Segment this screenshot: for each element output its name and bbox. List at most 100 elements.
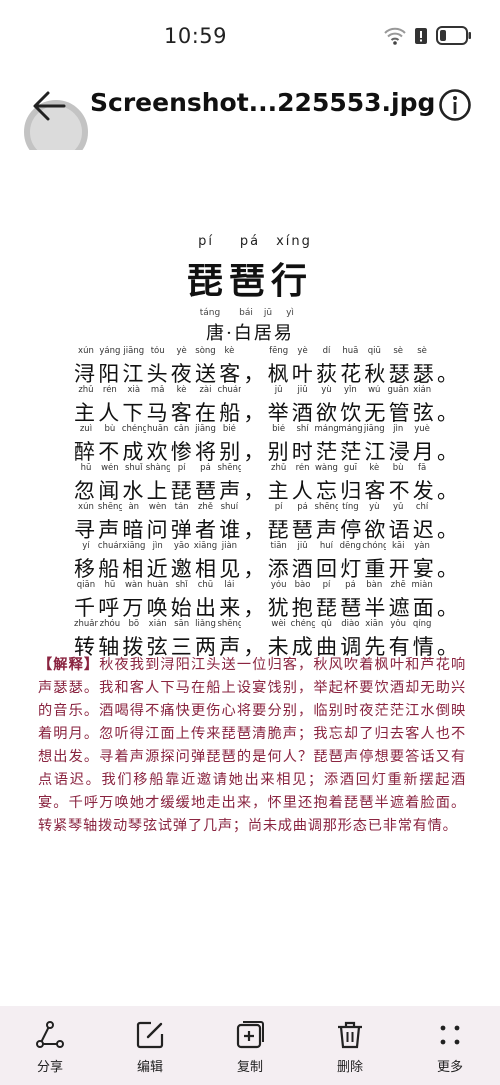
pinyin-syllable: yù	[321, 385, 332, 395]
pinyin-syllable: xíng	[276, 234, 312, 249]
poem-line: qiān hū wàn huàn shǐ chū lái yóu bào pí pá bàn zhē mi…	[74, 580, 458, 620]
share-icon	[36, 1021, 64, 1048]
line-pinyin: hū wén shuǐ shàng pí pá shēng zhǔ rén wàng guī kè bù…	[74, 463, 434, 475]
line-pinyin: zuì bù chéng huān cǎn jiāng bié bié shí máng máng j…	[74, 424, 434, 436]
pinyin-syllable: bào	[294, 580, 311, 590]
pinyin-syllable: kè	[176, 385, 187, 395]
pinyin-syllable: táng	[199, 308, 221, 318]
pinyin-syllable: àn	[128, 502, 140, 512]
poem-explanation: 【解释】秋夜我到浔阳江头送一位归客，秋风吹着枫叶和芦花响声瑟瑟。我和客人下马在船…	[38, 654, 466, 838]
line-text: 寻声暗问弹者谁，琵琶声停欲语迟。	[74, 518, 462, 542]
pinyin-syllable: xián	[148, 619, 167, 629]
line-pinyin: yí chuán xiāng jìn yāo xiāng jiàn tiān jiǔ huí dēn…	[74, 541, 434, 553]
file-name-title: Screenshot...225553.jpg	[90, 88, 436, 117]
pinyin-syllable: yuè	[414, 424, 430, 434]
pinyin-syllable: qíng	[412, 619, 432, 629]
line-text: 浔阳江头夜送客，枫叶荻花秋瑟瑟。	[74, 362, 462, 386]
pinyin-syllable: xiāng	[193, 541, 218, 551]
pinyin-syllable: bàn	[366, 580, 383, 590]
poem-line: yí chuán xiāng jìn yāo xiāng jiàn tiān jiǔ huí dēn…	[74, 541, 462, 581]
pinyin-syllable: pí	[177, 463, 186, 473]
poem-title-block: pí pá xíng 琵琶行 táng bái jū yì 唐·白居易	[0, 234, 500, 345]
edit-icon	[136, 1021, 164, 1049]
pinyin-syllable: máng	[338, 424, 363, 434]
share-button[interactable]: 分享	[22, 1006, 78, 1085]
pinyin-syllable: chuán	[97, 541, 122, 551]
pinyin-syllable: zuì	[79, 424, 93, 434]
pinyin-syllable: shēng	[97, 502, 122, 512]
pinyin-syllable: xún	[78, 502, 94, 512]
pinyin-syllable: wén	[101, 463, 119, 473]
pinyin-syllable: yǒu	[390, 619, 406, 629]
pinyin-syllable: shēng	[217, 619, 242, 629]
pinyin-syllable: yǐn	[343, 385, 357, 395]
pinyin-syllable: yè	[297, 346, 308, 356]
pinyin-syllable: qiān	[76, 580, 96, 590]
pinyin-syllable: shuǐ	[124, 463, 143, 473]
status-time: 10:59	[164, 24, 228, 48]
title-bar: Screenshot...225553.jpg	[0, 72, 500, 164]
explanation-text: 秋夜我到浔阳江头送一位归客，秋风吹着枫叶和芦花响声瑟瑟。我和客人下马在船上设宴饯…	[38, 657, 466, 834]
title-pinyin: pí pá xíng	[0, 234, 500, 250]
pinyin-syllable: chū	[197, 580, 214, 590]
battery-icon	[436, 26, 471, 45]
pinyin-syllable: rén	[295, 463, 310, 473]
line-pinyin: qiān hū wàn huàn shǐ chū lái yóu bào pí pá bàn zhē mi…	[74, 580, 434, 592]
pinyin-syllable: fā	[417, 463, 427, 473]
status-bar: 10:59	[0, 0, 500, 72]
pinyin-syllable: máng	[314, 424, 339, 434]
pinyin-syllable: mǎ	[150, 385, 165, 395]
pinyin-syllable: shí	[296, 424, 309, 434]
pinyin-syllable: sè	[417, 346, 427, 356]
pinyin-syllable: jǔ	[274, 385, 283, 395]
info-icon[interactable]	[438, 88, 472, 122]
pinyin-syllable: wèi	[271, 619, 286, 629]
poem-line: hū wén shuǐ shàng pí pá shēng zhǔ rén wàng guī kè bù…	[74, 463, 462, 503]
line-pinyin: zhuǎn zhóu bō xián sān liǎng shēng wèi chéng qǔ di…	[74, 619, 434, 631]
line-pinyin: xún yáng jiāng tóu yè sòng kè fēng yè dí huā qiū sè s…	[74, 346, 434, 358]
author-pinyin: táng bái jū yì	[0, 308, 500, 319]
pinyin-syllable: huí	[319, 541, 334, 551]
delete-label: 删除	[336, 1060, 363, 1075]
pinyin-syllable: yóu	[270, 580, 287, 590]
back-arrow-icon[interactable]	[28, 84, 72, 128]
pinyin-syllable: shēng	[314, 502, 339, 512]
pinyin-syllable: yáng	[99, 346, 121, 356]
poem-line: xún shēng àn wèn tán zhě shuí pí pá shēng tíng yù yǔ…	[74, 502, 462, 542]
pinyin-syllable: wèn	[148, 502, 167, 512]
pinyin-syllable: guī	[343, 463, 357, 473]
pinyin-syllable: fēng	[269, 346, 289, 356]
pinyin-syllable: pá	[239, 234, 261, 249]
alert-icon	[415, 27, 427, 44]
copy-icon	[236, 1021, 264, 1049]
poem-line: zhuǎn zhóu bō xián sān liǎng shēng wèi chéng qǔ di…	[74, 619, 458, 659]
line-text: 移船相近邀相见，添酒回灯重开宴。	[74, 557, 462, 581]
pinyin-syllable: bù	[392, 463, 404, 473]
pinyin-syllable: tán	[174, 502, 189, 512]
pinyin-syllable: pá	[345, 580, 356, 590]
copy-button[interactable]: 复制	[222, 1006, 278, 1085]
pinyin-syllable: jiāng	[195, 424, 216, 434]
pinyin-syllable: bù	[104, 424, 116, 434]
line-text: 忽闻水上琵琶声，主人忘归客不发。	[74, 479, 462, 503]
pinyin-syllable: wàng	[314, 463, 338, 473]
line-text: 主人下马客在船，举酒欲饮无管弦。	[74, 401, 462, 425]
edit-button[interactable]: 编辑	[122, 1006, 178, 1085]
more-button[interactable]: 更多	[422, 1006, 478, 1085]
pinyin-syllable: zhē	[390, 580, 406, 590]
poem-line: zhǔ rén xià mǎ kè zài chuán jǔ jiǔ yù yǐn wú guǎn xiá…	[74, 385, 462, 425]
pinyin-syllable: rén	[102, 385, 117, 395]
pinyin-syllable: jū	[263, 308, 273, 318]
pinyin-syllable: pá	[200, 463, 211, 473]
poem-line: zuì bù chéng huān cǎn jiāng bié bié shí máng máng j…	[74, 424, 458, 464]
pinyin-syllable: jiǔ	[297, 385, 308, 395]
more-label: 更多	[436, 1060, 463, 1075]
pinyin-syllable: xún	[78, 346, 94, 356]
pinyin-syllable: tóu	[150, 346, 165, 356]
pinyin-syllable: bié	[272, 424, 286, 434]
pinyin-syllable: wú	[368, 385, 381, 395]
pinyin-syllable: kè	[369, 463, 380, 473]
delete-button[interactable]: 删除	[322, 1006, 378, 1085]
poem-line: xún yáng jiāng tóu yè sòng kè fēng yè dí huā qiū sè s…	[74, 346, 462, 386]
image-viewer[interactable]: pí pá xíng 琵琶行 táng bái jū yì 唐·白居易 xún yáng ji…	[0, 150, 500, 1000]
